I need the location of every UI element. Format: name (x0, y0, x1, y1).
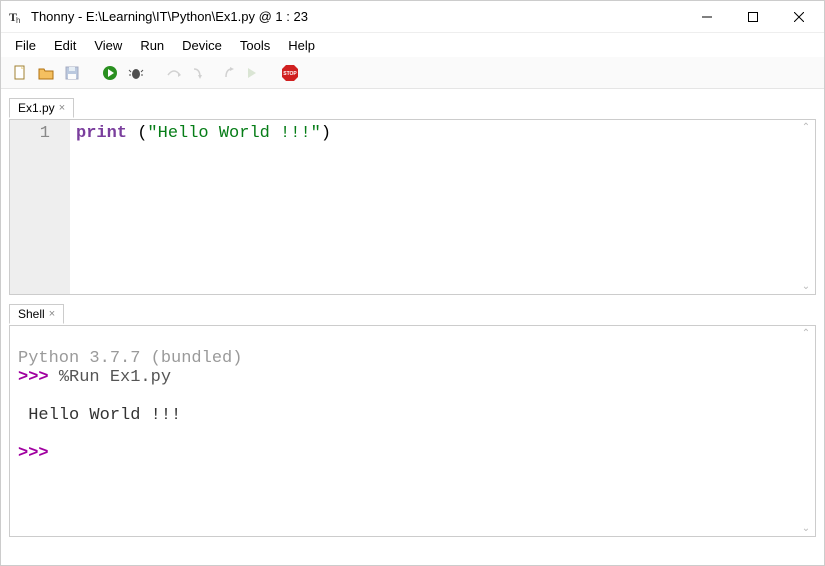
editor-tab-label: Ex1.py (18, 101, 55, 115)
minimize-button[interactable] (684, 2, 730, 32)
resume-icon[interactable] (241, 62, 263, 84)
shell-pane: Shell × Python 3.7.7 (bundled) >>> %Run … (9, 325, 816, 537)
menubar: File Edit View Run Device Tools Help (1, 33, 824, 57)
line-gutter: 1 (10, 120, 70, 294)
menu-file[interactable]: File (7, 35, 44, 56)
shell-output: Hello World !!! (18, 406, 181, 425)
shell-command: %Run Ex1.py (59, 368, 171, 387)
shell-prompt: >>> (18, 444, 59, 463)
step-into-icon[interactable] (189, 62, 211, 84)
shell-tab-label: Shell (18, 307, 45, 321)
paren: ) (321, 124, 331, 143)
menu-help[interactable]: Help (280, 35, 323, 56)
scroll-down-icon[interactable]: ⌄ (799, 523, 813, 534)
maximize-button[interactable] (730, 2, 776, 32)
shell-prompt: >>> (18, 368, 59, 387)
stop-icon[interactable]: STOP (279, 62, 301, 84)
editor-pane: Ex1.py × 1 print ("Hello World !!!") ⌃ ⌄ (9, 119, 816, 295)
code-editor[interactable]: 1 print ("Hello World !!!") ⌃ ⌄ (10, 120, 815, 294)
menu-tools[interactable]: Tools (232, 35, 278, 56)
paren: ( (127, 124, 147, 143)
scroll-down-icon[interactable]: ⌄ (799, 281, 813, 292)
editor-tab[interactable]: Ex1.py × (9, 98, 74, 118)
new-file-icon[interactable] (9, 62, 31, 84)
string-literal: "Hello World !!!" (147, 124, 320, 143)
step-out-icon[interactable] (215, 62, 237, 84)
svg-text:STOP: STOP (283, 71, 297, 77)
line-number: 1 (14, 124, 50, 143)
close-icon[interactable]: × (59, 102, 65, 114)
scroll-up-icon[interactable]: ⌃ (799, 328, 813, 339)
code-area[interactable]: print ("Hello World !!!") (70, 120, 815, 294)
window-controls (684, 2, 822, 32)
thonny-icon: Th (9, 9, 25, 25)
debug-icon[interactable] (125, 62, 147, 84)
menu-device[interactable]: Device (174, 35, 230, 56)
menu-view[interactable]: View (86, 35, 130, 56)
shell-tab[interactable]: Shell × (9, 304, 64, 324)
menu-run[interactable]: Run (132, 35, 172, 56)
shell-area[interactable]: Python 3.7.7 (bundled) >>> %Run Ex1.py H… (10, 326, 815, 536)
close-button[interactable] (776, 2, 822, 32)
shell-version: Python 3.7.7 (bundled) (18, 349, 242, 368)
step-over-icon[interactable] (163, 62, 185, 84)
scroll-up-icon[interactable]: ⌃ (799, 122, 813, 133)
save-file-icon[interactable] (61, 62, 83, 84)
titlebar: Th Thonny - E:\Learning\IT\Python\Ex1.py… (1, 1, 824, 33)
window-title: Thonny - E:\Learning\IT\Python\Ex1.py @ … (31, 9, 684, 24)
svg-text:h: h (16, 16, 20, 25)
run-icon[interactable] (99, 62, 121, 84)
open-file-icon[interactable] (35, 62, 57, 84)
keyword: print (76, 124, 127, 143)
close-icon[interactable]: × (49, 308, 55, 320)
toolbar: STOP (1, 57, 824, 89)
menu-edit[interactable]: Edit (46, 35, 84, 56)
